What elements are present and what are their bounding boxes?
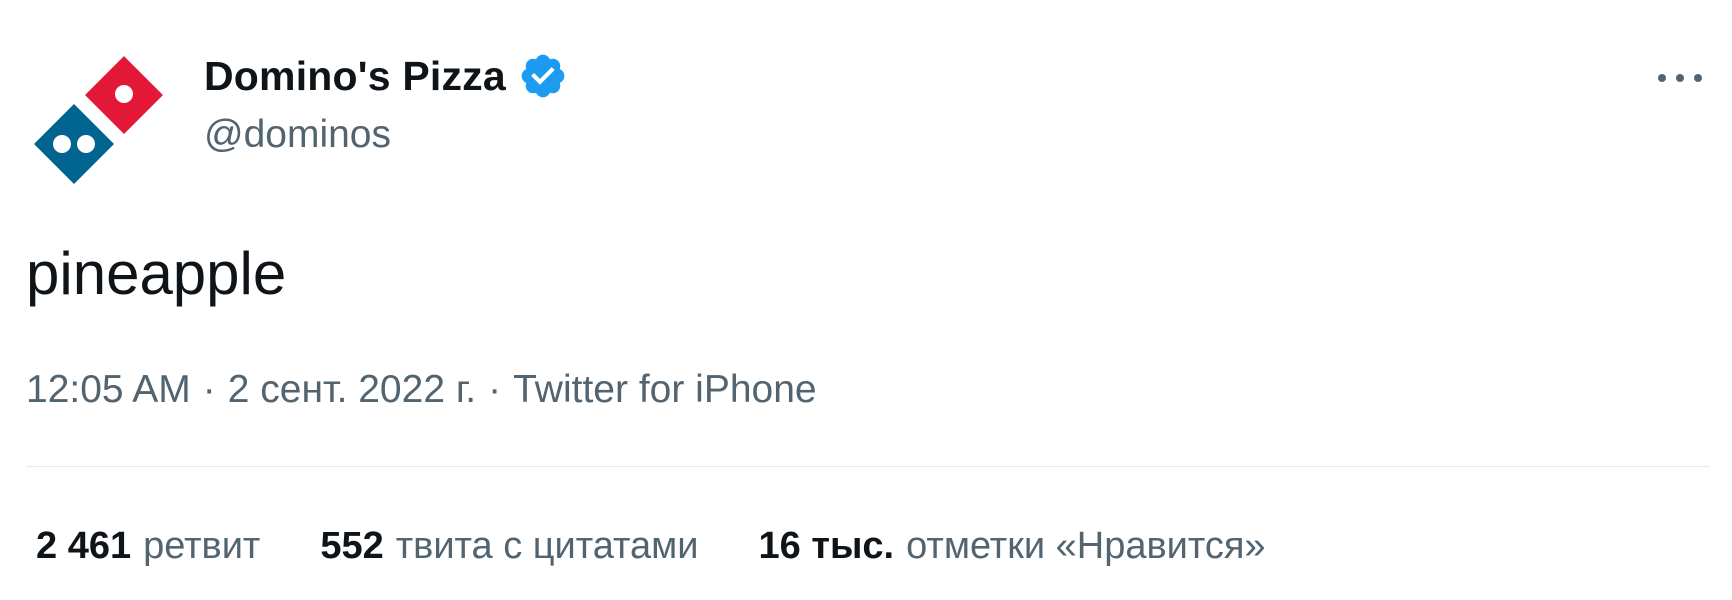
- quotes-label: твита с цитатами: [395, 525, 699, 567]
- dominos-logo-icon: [34, 51, 169, 184]
- meta-separator: ·: [488, 368, 502, 411]
- tweet-date[interactable]: 2 сент. 2022 г.: [228, 366, 476, 414]
- divider: [26, 466, 1710, 467]
- likes-count: 16 тыс.: [758, 525, 895, 567]
- tweet-source[interactable]: Twitter for iPhone: [513, 366, 816, 414]
- tweet-time[interactable]: 12:05 AM: [26, 366, 191, 414]
- tweet-stats: 2 461 ретвит 552 твита с цитатами 16 тыс…: [36, 522, 1266, 570]
- meta-separator: ·: [202, 368, 216, 411]
- display-name[interactable]: Domino's Pizza: [204, 53, 506, 100]
- tweet-card: Domino's Pizza @dominos pineapple 12:05 …: [0, 0, 1732, 600]
- likes-label: отметки «Нравится»: [906, 525, 1266, 567]
- more-options-button[interactable]: [1650, 54, 1710, 102]
- tweet-text: pineapple: [26, 240, 287, 307]
- retweets-count: 2 461: [36, 525, 132, 567]
- avatar[interactable]: [24, 38, 174, 188]
- retweets-stat[interactable]: 2 461 ретвит: [36, 522, 260, 570]
- quotes-stat[interactable]: 552 твита с цитатами: [320, 522, 698, 570]
- retweets-label: ретвит: [143, 525, 261, 567]
- tweet-meta: 12:05 AM · 2 сент. 2022 г. · Twitter for…: [26, 366, 817, 414]
- likes-stat[interactable]: 16 тыс. отметки «Нравится»: [759, 522, 1266, 570]
- author-handle[interactable]: @dominos: [204, 113, 391, 157]
- verified-badge-icon: [518, 51, 568, 101]
- quotes-count: 552: [320, 525, 384, 567]
- author-name-row[interactable]: Domino's Pizza: [204, 50, 568, 102]
- more-options-icon: [1658, 74, 1702, 82]
